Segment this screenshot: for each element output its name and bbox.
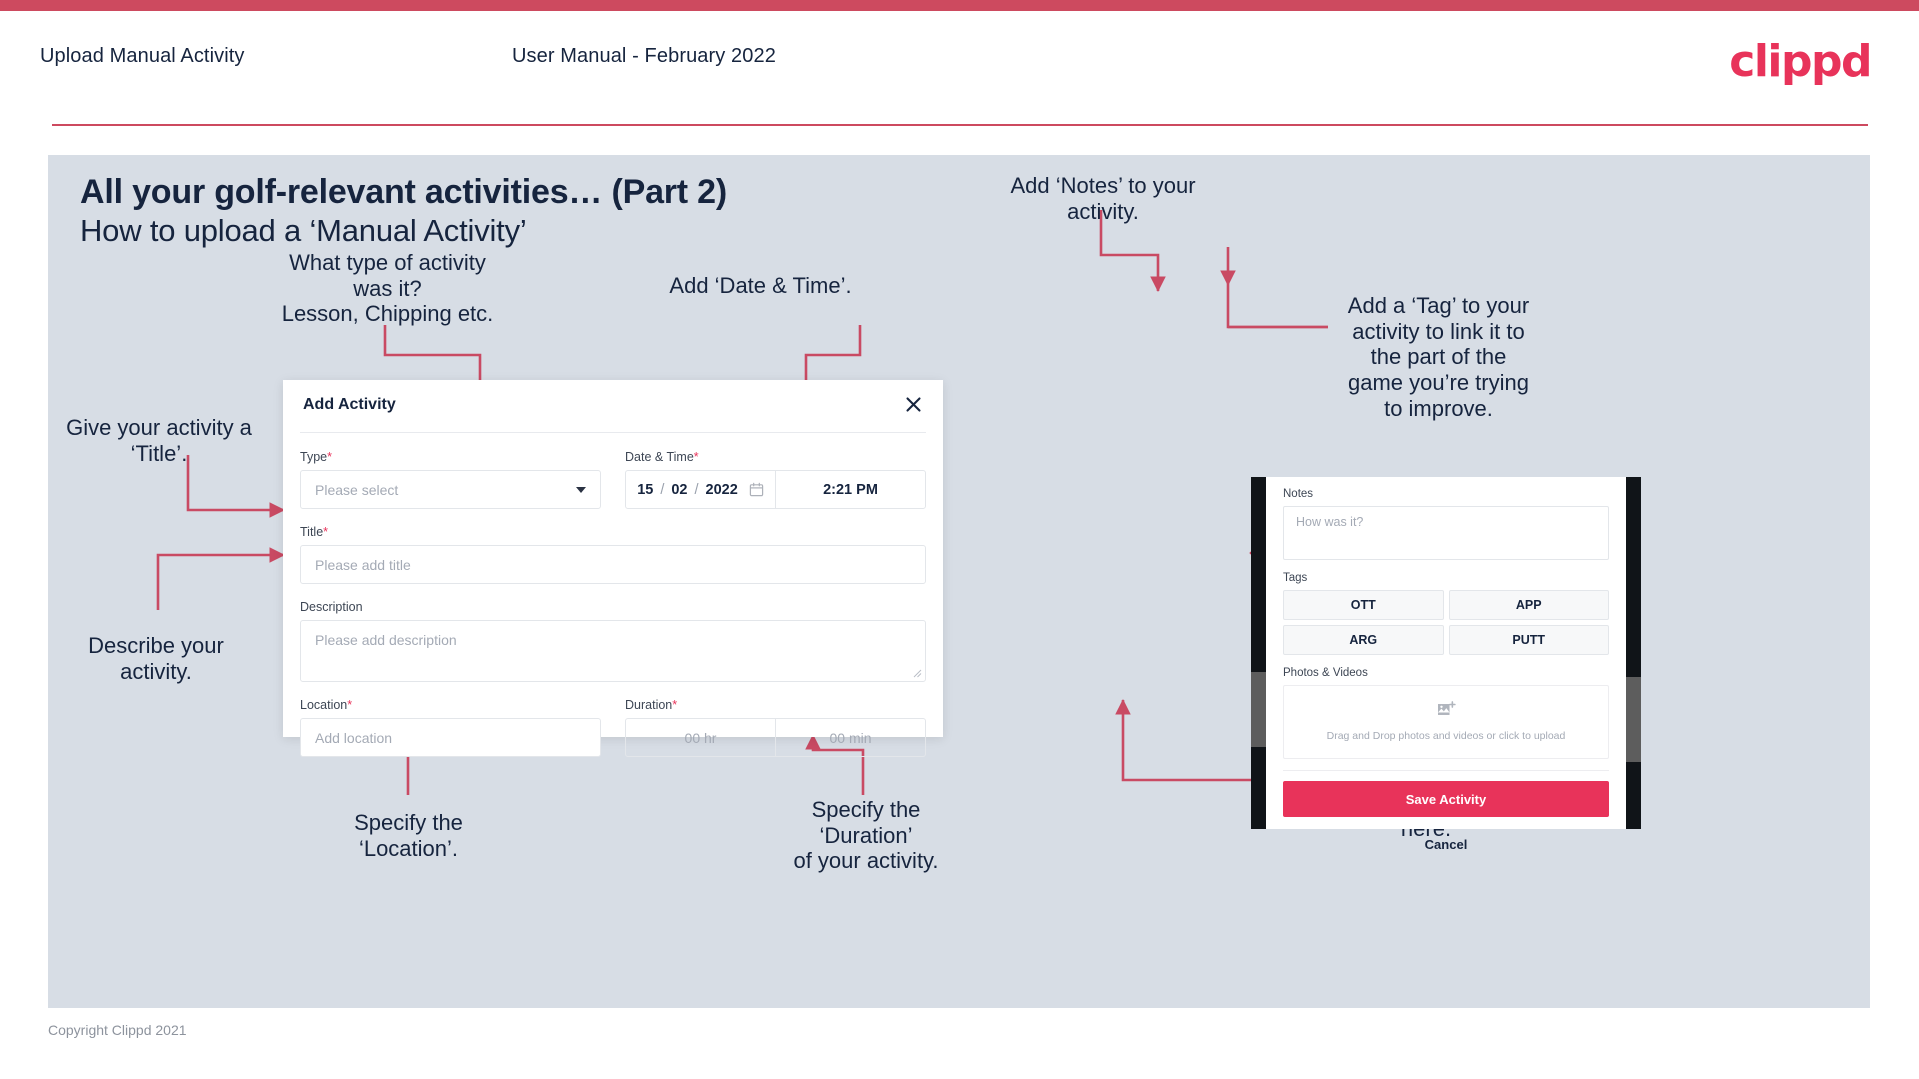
label-date-time: Date & Time*	[625, 450, 926, 464]
resize-grip-icon[interactable]	[913, 669, 922, 678]
field-location: Location* Add location	[300, 698, 601, 757]
add-activity-dialog: Add Activity Type* Please select Date & …	[283, 380, 943, 757]
required-marker-type: *	[327, 450, 332, 464]
field-duration: Duration* 00 hr 00 min	[625, 698, 926, 757]
phone-bezel-left	[1251, 477, 1266, 829]
phone-side-button-left	[1251, 672, 1266, 747]
location-input[interactable]: Add location	[300, 718, 601, 757]
duration-group: 00 hr 00 min	[625, 718, 926, 757]
chevron-down-icon	[576, 486, 586, 493]
required-marker-date-time: *	[693, 450, 699, 464]
field-date-time: Date & Time* 15 / 02 / 2022 2:21 PM	[625, 450, 926, 509]
clippd-logo: clippd	[1729, 36, 1872, 87]
label-duration: Duration*	[625, 698, 926, 712]
type-placeholder: Please select	[315, 481, 399, 498]
phone-tags-label: Tags	[1283, 572, 1308, 584]
label-title-text: Title	[300, 525, 324, 539]
annotation-date-time: Add ‘Date & Time’.	[669, 273, 852, 298]
title-input[interactable]: Please add title	[300, 545, 926, 584]
phone-notes-input[interactable]: How was it?	[1283, 506, 1609, 560]
phone-tags-grid: OTT APP ARG PUTT	[1283, 590, 1609, 655]
required-marker-duration: *	[672, 698, 678, 712]
label-location-text: Location	[300, 698, 348, 712]
dropzone-text: Drag and Drop photos and videos or click…	[1326, 729, 1566, 742]
label-type-text: Type	[300, 450, 328, 464]
top-accent-bar	[0, 0, 1919, 11]
phone-side-button-right	[1626, 677, 1641, 762]
dialog-divider	[300, 432, 926, 433]
cancel-button[interactable]: Cancel	[1283, 837, 1609, 852]
label-date-time-text: Date & Time	[625, 450, 694, 464]
date-time-group: 15 / 02 / 2022 2:21 PM	[625, 470, 926, 509]
header-divider	[52, 124, 1868, 126]
tag-arg[interactable]: ARG	[1283, 625, 1444, 655]
label-description-text: Description	[300, 600, 363, 614]
date-month: 02	[671, 481, 688, 498]
add-image-icon	[1437, 700, 1456, 723]
date-day: 15	[637, 481, 654, 498]
label-type: Type*	[300, 450, 601, 464]
phone-bezel-right	[1626, 477, 1641, 829]
slide-canvas: All your golf-relevant activities… (Part…	[48, 155, 1870, 1008]
title-placeholder: Please add title	[315, 556, 411, 573]
label-duration-text: Duration	[625, 698, 673, 712]
annotation-duration: Specify the ‘Duration’ of your activity.	[793, 797, 939, 874]
row-type-datetime: Type* Please select Date & Time* 15 / 02…	[300, 450, 926, 509]
header-left-title: Upload Manual Activity	[40, 45, 245, 67]
type-select[interactable]: Please select	[300, 470, 601, 509]
required-marker-location: *	[347, 698, 353, 712]
label-description: Description	[300, 600, 926, 614]
header-center-title: User Manual - February 2022	[512, 45, 776, 67]
label-title: Title*	[300, 525, 926, 539]
tag-ott[interactable]: OTT	[1283, 590, 1444, 620]
field-title: Title* Please add title	[300, 525, 926, 584]
label-location: Location*	[300, 698, 601, 712]
phone-notes-label: Notes	[1283, 488, 1314, 500]
annotation-location: Specify the ‘Location’.	[354, 810, 463, 861]
phone-divider	[1283, 770, 1609, 771]
screenshot-root: Upload Manual Activity User Manual - Feb…	[0, 0, 1919, 1079]
duration-minutes-placeholder: 00 min	[829, 729, 872, 746]
close-icon[interactable]	[900, 391, 926, 417]
time-input[interactable]: 2:21 PM	[776, 471, 925, 508]
row-location-duration: Location* Add location Duration* 00 hr 0…	[300, 698, 926, 757]
slide-title-sub: How to upload a ‘Manual Activity’	[80, 213, 527, 248]
dialog-body: Type* Please select Date & Time* 15 / 02…	[300, 450, 926, 757]
date-input[interactable]: 15 / 02 / 2022	[626, 471, 776, 508]
date-sep-1: /	[660, 481, 665, 498]
copyright-text: Copyright Clippd 2021	[48, 1022, 187, 1038]
time-value: 2:21 PM	[823, 481, 878, 498]
location-placeholder: Add location	[315, 729, 393, 746]
date-sep-2: /	[694, 481, 699, 498]
duration-hours-placeholder: 00 hr	[684, 729, 717, 746]
dialog-title: Add Activity	[303, 396, 396, 413]
phone-notes-placeholder: How was it?	[1296, 515, 1364, 529]
description-textarea[interactable]: Please add description	[300, 620, 926, 682]
field-type: Type* Please select	[300, 450, 601, 509]
dialog-header: Add Activity	[283, 380, 943, 432]
phone-photos-label: Photos & Videos	[1283, 667, 1368, 679]
annotation-tags: Add a ‘Tag’ to your activity to link it …	[1347, 293, 1530, 421]
phone-mockup: Notes How was it? Tags OTT APP ARG PUTT …	[1251, 477, 1641, 852]
phone-screen: Notes How was it? Tags OTT APP ARG PUTT …	[1266, 477, 1626, 852]
calendar-icon[interactable]	[749, 482, 764, 497]
tag-putt[interactable]: PUTT	[1448, 625, 1609, 655]
field-description: Description Please add description	[300, 600, 926, 682]
annotation-description: Describe your activity.	[88, 633, 224, 684]
description-placeholder: Please add description	[315, 632, 457, 648]
duration-minutes-input[interactable]: 00 min	[776, 719, 925, 756]
save-activity-button[interactable]: Save Activity	[1283, 781, 1609, 817]
date-year: 2022	[705, 481, 738, 498]
annotation-notes: Add ‘Notes’ to your activity.	[1010, 173, 1196, 224]
annotation-title: Give your activity a ‘Title’.	[66, 415, 252, 466]
required-marker-title: *	[323, 525, 329, 539]
slide-title-main: All your golf-relevant activities… (Part…	[80, 173, 728, 211]
duration-hours-input[interactable]: 00 hr	[626, 719, 776, 756]
annotation-type: What type of activity was it? Lesson, Ch…	[281, 250, 494, 327]
tag-app[interactable]: APP	[1448, 590, 1609, 620]
photos-dropzone[interactable]: Drag and Drop photos and videos or click…	[1283, 685, 1609, 759]
